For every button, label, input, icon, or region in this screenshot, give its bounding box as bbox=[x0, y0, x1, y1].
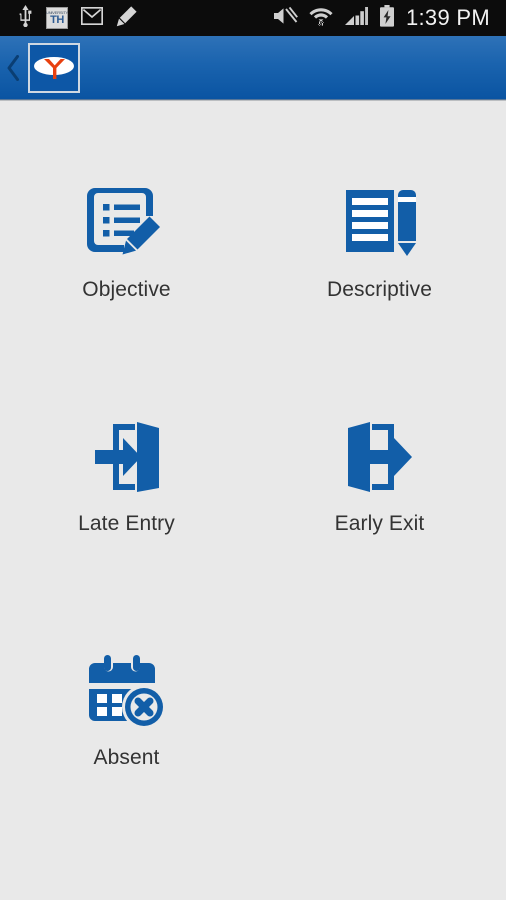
menu-item-label: Absent bbox=[93, 746, 160, 769]
phone-screen: UNIVERSITY TH 1:39 PM Objective Descript… bbox=[0, 0, 506, 900]
menu-item-early-exit[interactable]: Early Exit bbox=[253, 414, 506, 536]
door-exit-icon bbox=[340, 414, 420, 500]
list-edit-icon bbox=[86, 180, 167, 266]
mute-icon bbox=[273, 6, 298, 31]
battery-charging-icon bbox=[379, 4, 395, 32]
status-bar-left-icons: UNIVERSITY TH bbox=[18, 4, 138, 32]
menu-item-label: Objective bbox=[82, 278, 171, 301]
usb-icon bbox=[18, 4, 33, 32]
status-bar: UNIVERSITY TH 1:39 PM bbox=[0, 0, 506, 36]
app-badge-icon: UNIVERSITY TH bbox=[46, 7, 68, 29]
menu-item-label: Early Exit bbox=[334, 512, 425, 535]
menu-grid: Objective Descriptive Late Entry Early E… bbox=[0, 102, 506, 770]
status-bar-clock: 1:39 PM bbox=[405, 5, 490, 30]
menu-item-descriptive[interactable]: Descriptive bbox=[253, 180, 506, 302]
app-bar bbox=[0, 36, 506, 101]
menu-item-label: Late Entry bbox=[78, 512, 175, 535]
menu-item-label: Descriptive bbox=[327, 278, 432, 301]
gmail-icon bbox=[80, 6, 104, 30]
back-button[interactable] bbox=[0, 36, 26, 100]
edit-pencil-icon bbox=[116, 5, 138, 32]
wifi-icon bbox=[309, 5, 333, 31]
menu-item-late-entry[interactable]: Late Entry bbox=[0, 414, 253, 536]
content-area: Objective Descriptive Late Entry Early E… bbox=[0, 102, 506, 900]
cellular-signal-icon bbox=[344, 6, 369, 31]
calendar-x-icon bbox=[87, 648, 167, 734]
status-bar-right-icons: 1:39 PM bbox=[273, 4, 490, 32]
app-logo[interactable] bbox=[28, 42, 80, 93]
door-enter-icon bbox=[87, 414, 167, 500]
menu-item-objective[interactable]: Objective bbox=[0, 180, 253, 302]
app-badge-label: TH bbox=[50, 13, 64, 26]
logo-mark-icon bbox=[34, 56, 74, 79]
menu-item-absent[interactable]: Absent bbox=[0, 648, 253, 770]
document-pencil-icon bbox=[340, 180, 420, 266]
